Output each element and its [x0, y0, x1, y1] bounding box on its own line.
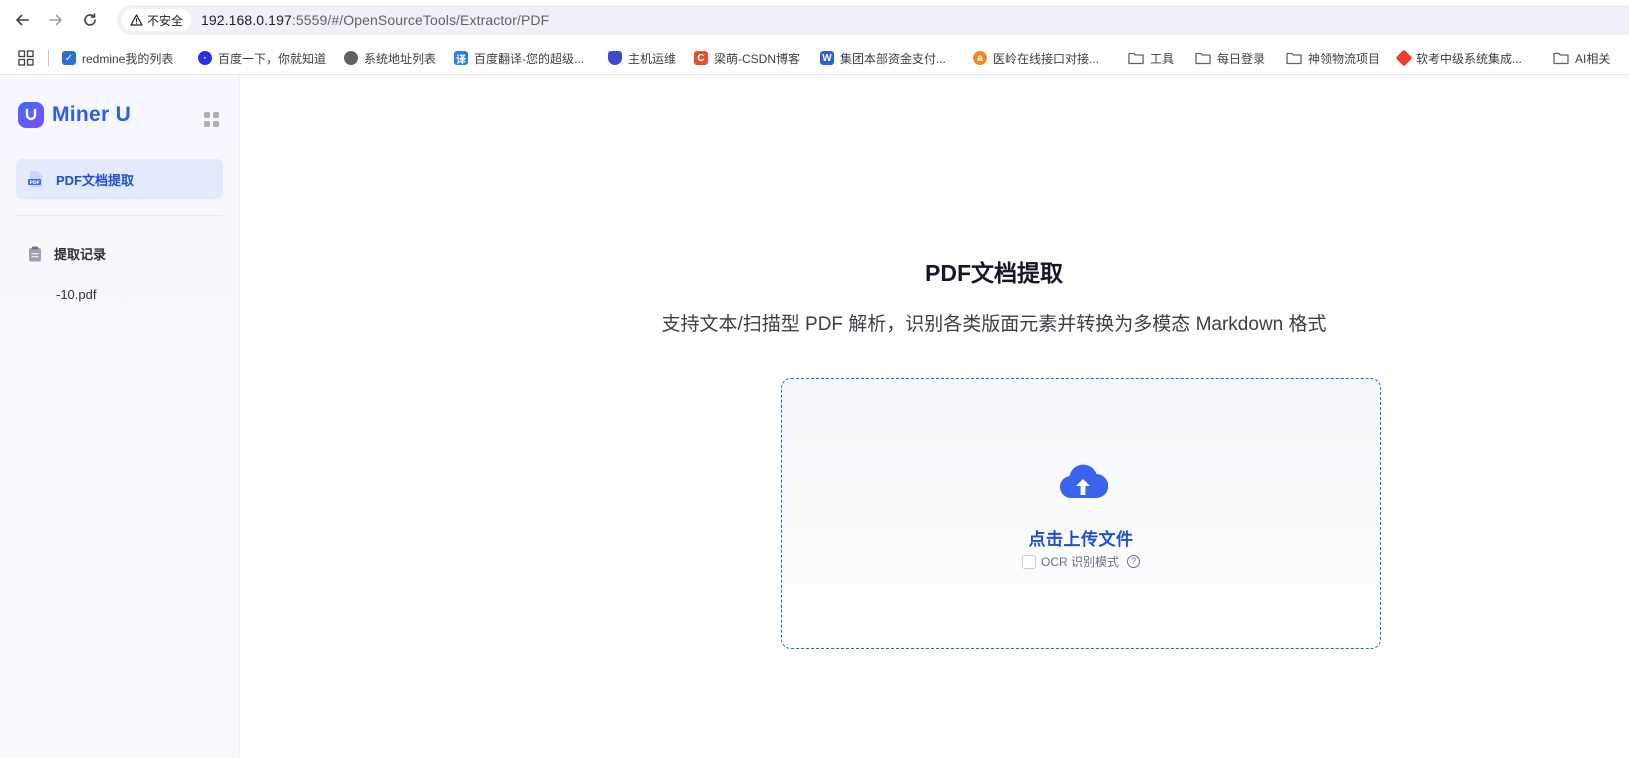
upload-dropzone[interactable]: 点击上传文件 OCR 识别模式 ? — [781, 378, 1381, 649]
bookmark-baidu-translate[interactable]: 译 百度翻译-您的超级... — [454, 49, 584, 67]
bookmark-folder-logistics[interactable]: 神领物流项目 — [1286, 49, 1380, 67]
bookmark-baidu[interactable]: · 百度一下，你就知道 — [198, 49, 326, 67]
folder-icon — [1553, 52, 1569, 65]
sidebar-divider — [16, 215, 223, 216]
bookmark-label: 百度一下，你就知道 — [218, 51, 327, 66]
help-icon[interactable]: ? — [1127, 555, 1140, 568]
bookmark-folder-ai[interactable]: AI相关 — [1553, 49, 1610, 67]
shield-icon — [608, 51, 622, 65]
bookmark-label: 工具 — [1150, 51, 1175, 66]
sidebar: Miner U PDF PDF文档提取 提取记录 -10.pdf — [0, 76, 240, 758]
app-icon: W — [820, 51, 834, 65]
bookmark-label: 软考中级系统集成... — [1416, 51, 1523, 66]
svg-text:PDF: PDF — [30, 180, 40, 186]
miner-u-logo-icon — [18, 102, 44, 128]
security-label: 不安全 — [147, 13, 184, 28]
bookmark-label: AI相关 — [1575, 51, 1611, 66]
ocr-mode-label[interactable]: OCR 识别模式 — [1041, 553, 1119, 570]
bookmark-separator — [48, 50, 49, 66]
bookmark-system-list[interactable]: 系统地址列表 — [344, 49, 436, 67]
page-title: PDF文档提取 — [925, 260, 1063, 286]
bookmark-ruankao[interactable]: 软考中级系统集成... — [1395, 49, 1523, 67]
bookmark-csdn[interactable]: C 梁萌-CSDN博客 — [694, 49, 800, 67]
history-section-header: 提取记录 — [28, 244, 106, 263]
orange-app-icon: a — [973, 51, 987, 65]
security-chip[interactable]: 不安全 — [122, 9, 192, 31]
bookmark-label: 医岭在线接口对接... — [993, 51, 1100, 66]
clipboard-icon — [28, 246, 42, 262]
folder-icon — [1128, 52, 1144, 65]
bookmark-label: 主机运维 — [628, 51, 677, 66]
warning-icon — [130, 14, 143, 26]
bookmark-label: 每日登录 — [1217, 51, 1266, 66]
app-logo[interactable]: Miner U — [18, 102, 131, 128]
bookmark-label: redmine我的列表 — [82, 51, 174, 66]
bookmark-label: 系统地址列表 — [364, 51, 437, 66]
browser-toolbar: 不安全 192.168.0.197:5559/#/OpenSourceTools… — [0, 0, 1629, 41]
redmine-icon: ✓ — [62, 51, 76, 65]
bookmark-folder-tools[interactable]: 工具 — [1128, 49, 1174, 67]
bookmarks-bar: ✓ redmine我的列表 · 百度一下，你就知道 系统地址列表 译 百度翻译-… — [0, 41, 1629, 75]
history-title: 提取记录 — [54, 247, 107, 262]
arrow-right-icon — [49, 14, 62, 26]
sidebar-collapse-icon[interactable] — [204, 112, 220, 128]
address-bar[interactable]: 不安全 192.168.0.197:5559/#/OpenSourceTools… — [117, 5, 1629, 35]
pdf-file-icon: PDF — [28, 170, 44, 188]
main-content: PDF文档提取 支持文本/扫描型 PDF 解析，识别各类版面元素并转换为多模态 … — [241, 76, 1629, 758]
bookmark-group-payment[interactable]: W 集团本部资金支付... — [820, 49, 946, 67]
apps-grid-icon[interactable] — [18, 50, 34, 66]
bookmark-label: 梁萌-CSDN博客 — [714, 51, 800, 66]
bookmark-yiling[interactable]: a 医岭在线接口对接... — [973, 49, 1099, 67]
bookmark-label: 百度翻译-您的超级... — [474, 51, 584, 66]
sidebar-item-pdf-extract[interactable]: PDF PDF文档提取 — [16, 159, 223, 199]
globe-icon — [344, 51, 358, 65]
bookmark-host-ops[interactable]: 主机运维 — [608, 49, 676, 67]
brand-name: Miner U — [52, 103, 132, 126]
upload-file-button[interactable]: 点击上传文件 — [782, 525, 1380, 550]
baidu-paw-icon: · — [198, 51, 212, 65]
history-item[interactable]: -10.pdf — [56, 287, 96, 302]
bookmark-label: 集团本部资金支付... — [840, 51, 947, 66]
folder-icon — [1195, 52, 1211, 65]
arrow-left-icon — [16, 14, 29, 26]
folder-icon — [1286, 52, 1302, 65]
bookmark-label: 神领物流项目 — [1308, 51, 1381, 66]
csdn-icon: C — [694, 51, 708, 65]
ocr-mode-checkbox[interactable] — [1021, 554, 1036, 569]
url-text[interactable]: 192.168.0.197:5559/#/OpenSourceTools/Ext… — [201, 12, 549, 28]
bookmark-redmine[interactable]: ✓ redmine我的列表 — [62, 49, 173, 67]
translate-icon: 译 — [454, 51, 468, 66]
reload-button[interactable] — [80, 10, 100, 30]
reload-icon — [84, 13, 96, 26]
forward-button[interactable] — [46, 10, 66, 30]
url-host: 192.168.0.197 — [201, 12, 292, 28]
ruankao-icon — [1395, 49, 1413, 67]
url-path: :5559/#/OpenSourceTools/Extractor/PDF — [291, 12, 550, 28]
back-button[interactable] — [12, 10, 32, 30]
ocr-mode-row: OCR 识别模式 ? — [782, 553, 1380, 570]
cloud-upload-icon — [1060, 464, 1108, 499]
bookmark-folder-daily-login[interactable]: 每日登录 — [1195, 49, 1265, 67]
sidebar-item-label: PDF文档提取 — [56, 172, 135, 188]
page-subtitle: 支持文本/扫描型 PDF 解析，识别各类版面元素并转换为多模态 Markdown… — [661, 314, 1327, 335]
